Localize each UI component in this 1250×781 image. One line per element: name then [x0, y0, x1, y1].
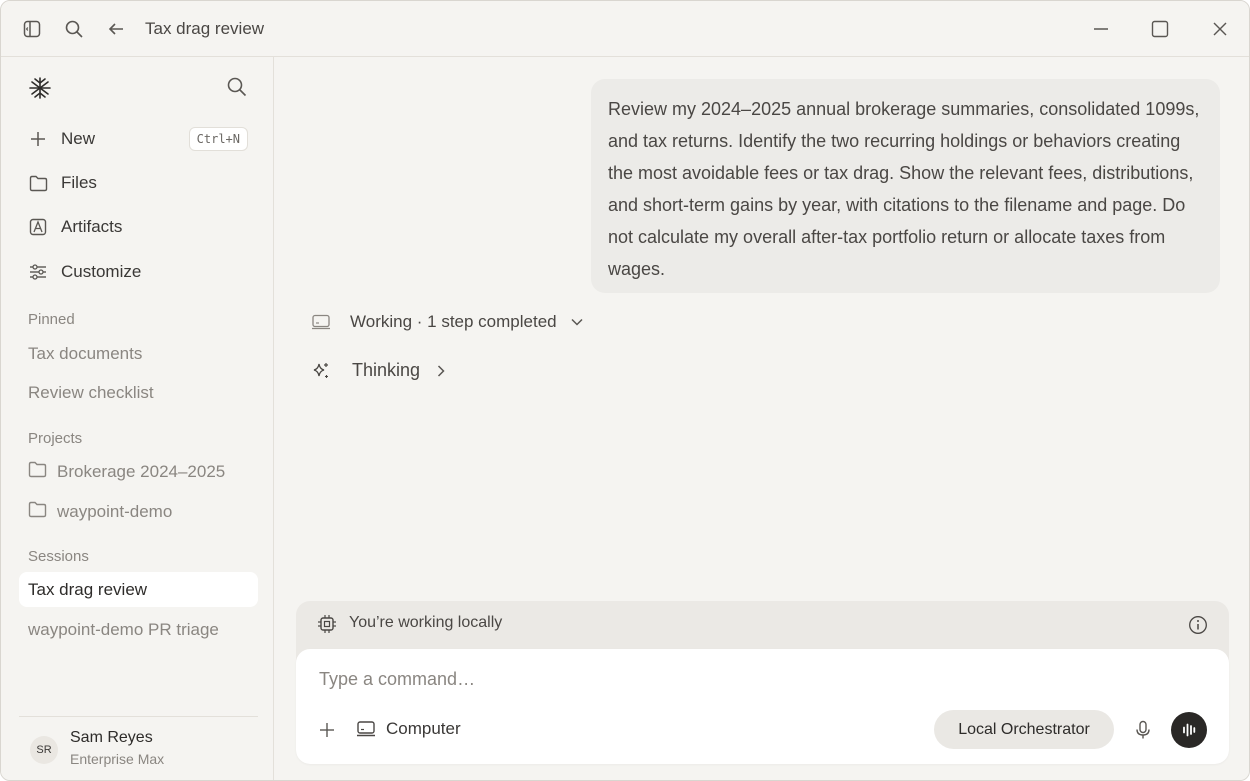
- projects-heading: Projects: [28, 430, 83, 447]
- chevron-down-icon: [570, 317, 584, 327]
- project-item-waypoint-demo[interactable]: waypoint-demo: [28, 501, 172, 523]
- app-window: Tax drag review New Ctrl+N Files Artifac…: [0, 0, 1250, 781]
- session-item-active[interactable]: Tax drag review: [19, 572, 258, 607]
- pinned-heading: Pinned: [28, 311, 75, 328]
- session-label: Tax drag review: [28, 580, 148, 599]
- sidebar-item-customize[interactable]: Customize: [19, 254, 259, 290]
- monitor-icon: [356, 720, 376, 738]
- user-name: Sam Reyes: [70, 729, 153, 746]
- command-input[interactable]: [319, 667, 1199, 691]
- project-item-brokerage[interactable]: Brokerage 2024–2025: [28, 461, 225, 483]
- chip-icon: [317, 614, 337, 634]
- voice-send-button[interactable]: [1171, 712, 1207, 748]
- info-icon[interactable]: [1188, 615, 1208, 635]
- user-plan: Enterprise Max: [70, 751, 165, 767]
- microphone-icon[interactable]: [1132, 719, 1154, 741]
- sidebar-item-artifacts[interactable]: Artifacts: [19, 209, 259, 245]
- folder-icon: [28, 461, 47, 483]
- monitor-icon: [311, 314, 333, 330]
- sidebar-divider: [19, 716, 258, 717]
- composer-area: You’re working locally Computer Local Or…: [296, 601, 1229, 764]
- pinned-item-tax-documents[interactable]: Tax documents: [28, 344, 142, 364]
- app-logo-icon: [28, 76, 52, 100]
- session-item[interactable]: waypoint-demo PR triage: [28, 620, 219, 640]
- thinking-label: Thinking: [352, 360, 421, 380]
- new-shortcut-badge: Ctrl+N: [188, 127, 248, 151]
- pinned-item-review-checklist[interactable]: Review checklist: [28, 383, 154, 403]
- folder-icon: [28, 173, 48, 193]
- audio-waveform-icon: [1181, 722, 1197, 738]
- composer: Computer Local Orchestrator: [296, 649, 1229, 764]
- sessions-heading: Sessions: [28, 548, 89, 565]
- maximize-icon[interactable]: [1149, 18, 1171, 40]
- customize-label: Customize: [61, 262, 142, 281]
- sidebar-item-files[interactable]: Files: [19, 165, 259, 201]
- minimize-icon[interactable]: [1090, 18, 1112, 40]
- sidebar-search-icon[interactable]: [227, 77, 249, 99]
- main-panel: Review my 2024–2025 annual brokerage sum…: [275, 57, 1249, 780]
- sidebar: New Ctrl+N Files Artifacts Customize Pin…: [1, 57, 274, 780]
- computer-button[interactable]: Computer: [356, 718, 461, 740]
- local-notice-label: You’re working locally: [349, 614, 503, 631]
- working-status-row[interactable]: Working · 1 step completed: [311, 312, 584, 332]
- chevron-right-icon: [436, 364, 446, 378]
- plus-icon: [28, 129, 48, 149]
- project-label: Brokerage 2024–2025: [57, 462, 226, 481]
- window-title: Tax drag review: [145, 19, 265, 38]
- back-arrow-icon[interactable]: [105, 18, 127, 40]
- project-label: waypoint-demo: [57, 502, 173, 521]
- working-status-label: Working · 1 step completed: [350, 312, 557, 331]
- close-icon[interactable]: [1209, 18, 1231, 40]
- computer-label: Computer: [386, 719, 461, 738]
- title-bar: Tax drag review: [1, 1, 1249, 57]
- user-message: Review my 2024–2025 annual brokerage sum…: [591, 79, 1220, 293]
- sparkle-icon: [311, 361, 333, 381]
- avatar[interactable]: SR: [30, 736, 58, 764]
- artifacts-icon: [28, 217, 48, 237]
- folder-icon: [28, 501, 47, 523]
- sidebar-toggle-icon[interactable]: [21, 18, 43, 40]
- sliders-icon: [28, 262, 48, 282]
- attach-plus-icon[interactable]: [317, 720, 337, 740]
- local-notice-bar: You’re working locally: [296, 601, 1229, 649]
- new-session-button[interactable]: New Ctrl+N: [19, 121, 259, 157]
- files-label: Files: [61, 173, 97, 192]
- new-label: New: [61, 129, 96, 148]
- artifacts-label: Artifacts: [61, 217, 123, 236]
- thinking-row[interactable]: Thinking: [311, 360, 446, 381]
- orchestrator-selector[interactable]: Local Orchestrator: [934, 710, 1114, 749]
- search-icon[interactable]: [63, 18, 85, 40]
